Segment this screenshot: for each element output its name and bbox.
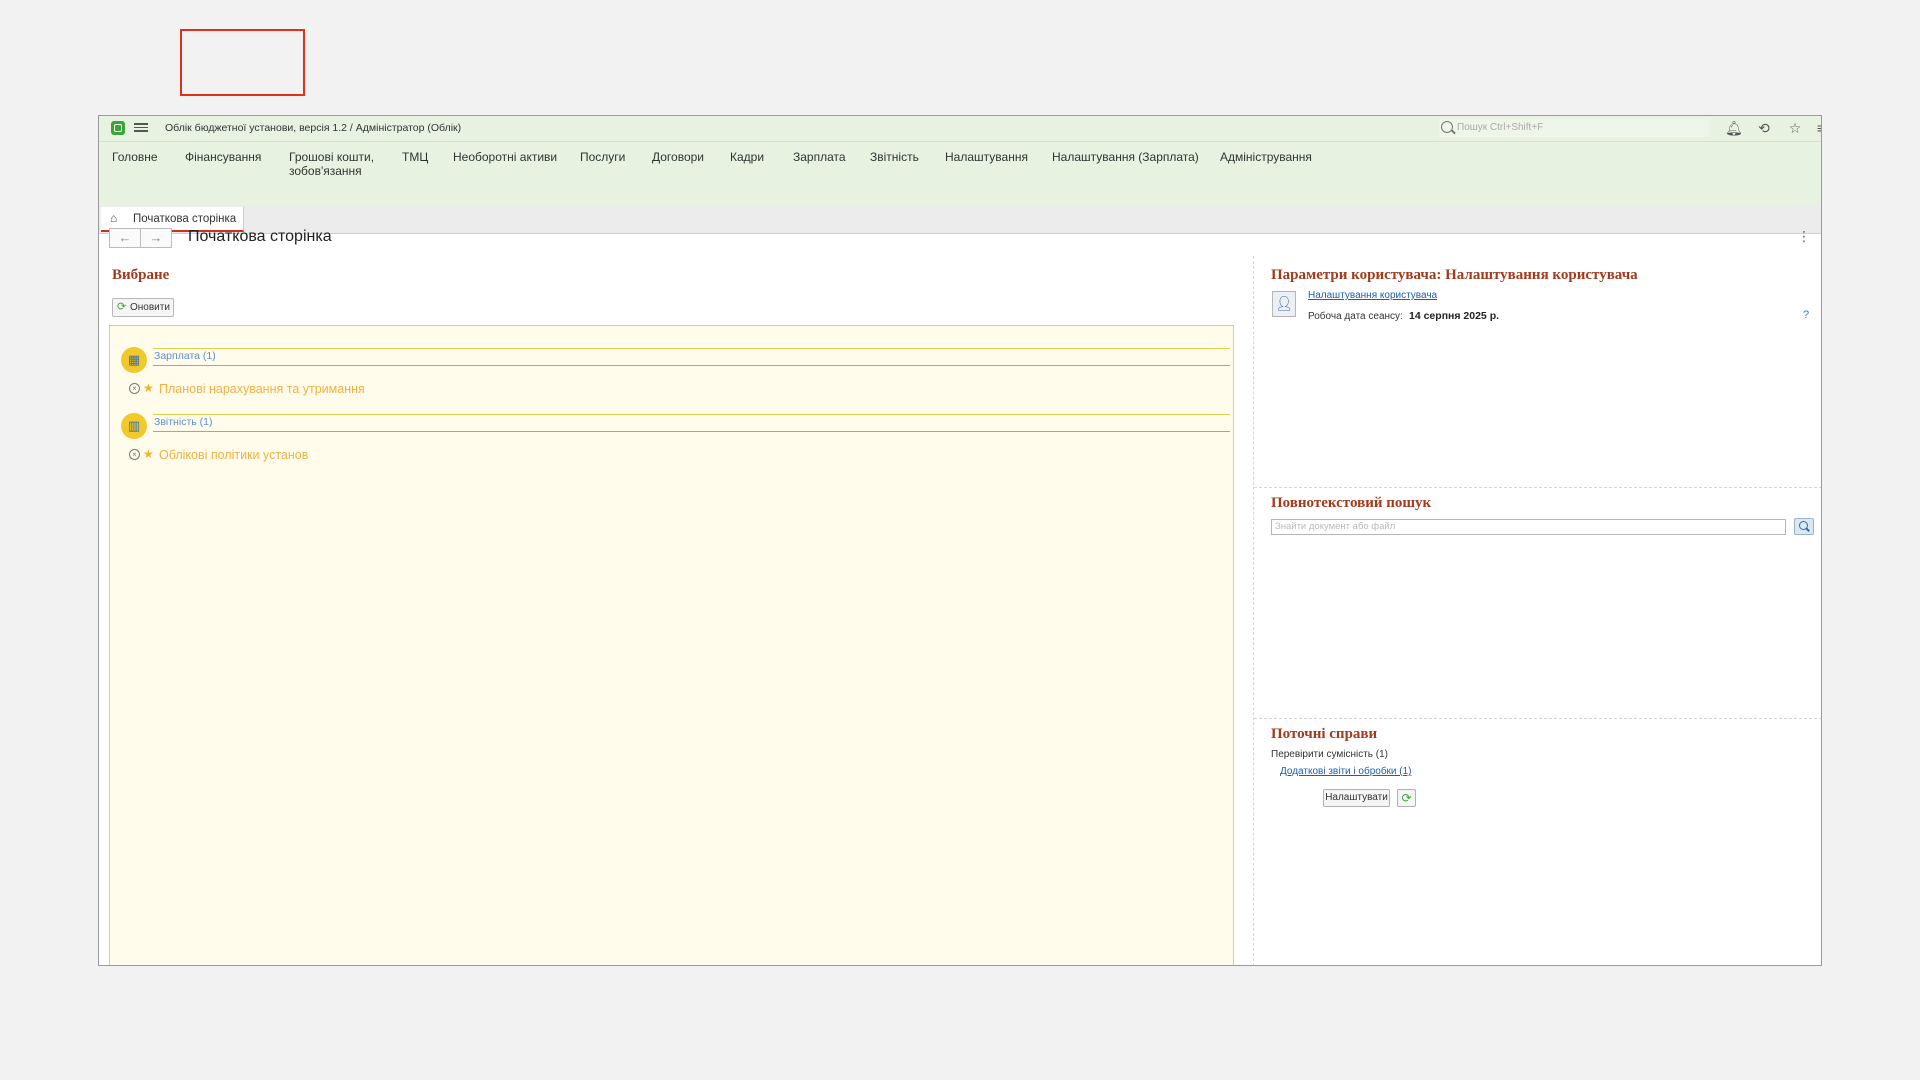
current-tasks-heading: Поточні справи [1271, 726, 1378, 742]
back-button[interactable]: ← [109, 228, 141, 248]
work-date-label: Робоча дата сеансу: [1308, 311, 1403, 322]
reporting-group-icon: ▥ [121, 413, 147, 439]
fulltext-search-button[interactable] [1794, 518, 1814, 535]
refresh-icon: ⟳ [117, 301, 127, 313]
section-contracts[interactable]: Договори [652, 150, 704, 164]
app-logo-icon [111, 121, 125, 135]
work-date-value: 14 серпня 2025 р. [1409, 310, 1500, 322]
section-fixed-assets[interactable]: Необоротні активи [453, 150, 557, 164]
favorite-star-icon: ★ [143, 447, 154, 461]
tab-label: Початкова сторінка [133, 213, 237, 225]
section-inventory[interactable]: ТМЦ [402, 150, 428, 164]
more-actions-icon[interactable]: ⋮ [1797, 228, 1811, 245]
search-icon [1441, 121, 1453, 133]
title-bar: Облік бюджетної установи, версія 1.2 / А… [99, 116, 1821, 142]
section-salary[interactable]: Зарплата [793, 150, 846, 164]
section-settings-salary[interactable]: Налаштування (Зарплата) [1052, 150, 1199, 164]
sections-panel: Головне Фінансування Грошові кошти, зобо… [99, 142, 1821, 206]
user-params-heading: Параметри користувача: Налаштування кори… [1271, 267, 1638, 283]
group-divider [153, 348, 1230, 349]
favorite-star-icon: ★ [143, 381, 154, 395]
favorites-heading: Вибране [112, 267, 170, 283]
group-divider [153, 431, 1230, 432]
group-divider [153, 414, 1230, 415]
group-divider [153, 365, 1230, 366]
section-settings[interactable]: Налаштування [945, 150, 1028, 164]
bell-icon[interactable]: 🔔︎ [1725, 120, 1743, 136]
global-search-input[interactable]: Пошук Ctrl+Shift+F [1439, 119, 1709, 137]
favorites-group-reporting[interactable]: Звітність (1) [154, 416, 212, 428]
help-icon[interactable]: ? [1803, 309, 1809, 321]
section-divider [1254, 718, 1821, 719]
favorite-item-accounting-policies[interactable]: Облікові політики установ [159, 448, 308, 462]
favorites-group-salary[interactable]: Зарплата (1) [154, 350, 216, 362]
refresh-tasks-icon[interactable]: ⟳ [1397, 789, 1416, 807]
additional-reports-link[interactable]: Додаткові звіти і обробки (1) [1280, 766, 1412, 777]
user-settings-icon: 👤︎ [1272, 291, 1296, 317]
hamburger-menu-icon[interactable] [134, 121, 148, 135]
section-reporting[interactable]: Звітність [870, 150, 919, 164]
salary-group-icon: ▦ [121, 347, 147, 373]
app-window: Облік бюджетної установи, версія 1.2 / А… [98, 115, 1822, 966]
favorite-item-planned-accruals[interactable]: Планові нарахування та утримання [159, 382, 365, 396]
check-compatibility-text[interactable]: Перевірити сумісність (1) [1271, 749, 1388, 760]
page-title: Початкова сторінка [188, 228, 332, 245]
section-main[interactable]: Головне [112, 150, 158, 164]
section-hr[interactable]: Кадри [730, 150, 764, 164]
section-services[interactable]: Послуги [580, 150, 625, 164]
forward-button[interactable]: → [140, 228, 172, 248]
fulltext-search-heading: Повнотекстовий пошук [1271, 495, 1432, 511]
section-administration[interactable]: Адміністрування [1220, 150, 1312, 164]
favorites-list [109, 325, 1234, 965]
section-divider [1254, 487, 1821, 488]
home-icon: ⌂ [110, 211, 118, 225]
history-icon[interactable]: ⟲ [1756, 120, 1772, 136]
section-cash-obligations[interactable]: Грошові кошти, зобов'язання [289, 150, 384, 178]
column-divider [1253, 256, 1254, 965]
search-placeholder: Пошук Ctrl+Shift+F [1457, 122, 1544, 133]
user-settings-link[interactable]: Налаштування користувача [1308, 290, 1437, 301]
app-title: Облік бюджетної установи, версія 1.2 / А… [165, 122, 462, 134]
search-icon [1799, 521, 1808, 530]
highlight-frame [180, 29, 305, 96]
open-tabs-bar: ⌂ Початкова сторінка [99, 205, 1821, 234]
remove-favorite-icon[interactable]: × [129, 383, 140, 394]
section-financing[interactable]: Фінансування [185, 150, 261, 164]
configure-button[interactable]: Налаштувати [1323, 789, 1390, 807]
refresh-button[interactable]: ⟳ Оновити [112, 298, 174, 317]
star-icon[interactable]: ☆ [1787, 120, 1803, 136]
more-menu-icon[interactable]: ≡ [1813, 120, 1821, 136]
refresh-label: Оновити [130, 302, 170, 313]
remove-favorite-icon[interactable]: × [129, 449, 140, 460]
fulltext-search-input[interactable]: Знайти документ або файл [1271, 519, 1786, 535]
